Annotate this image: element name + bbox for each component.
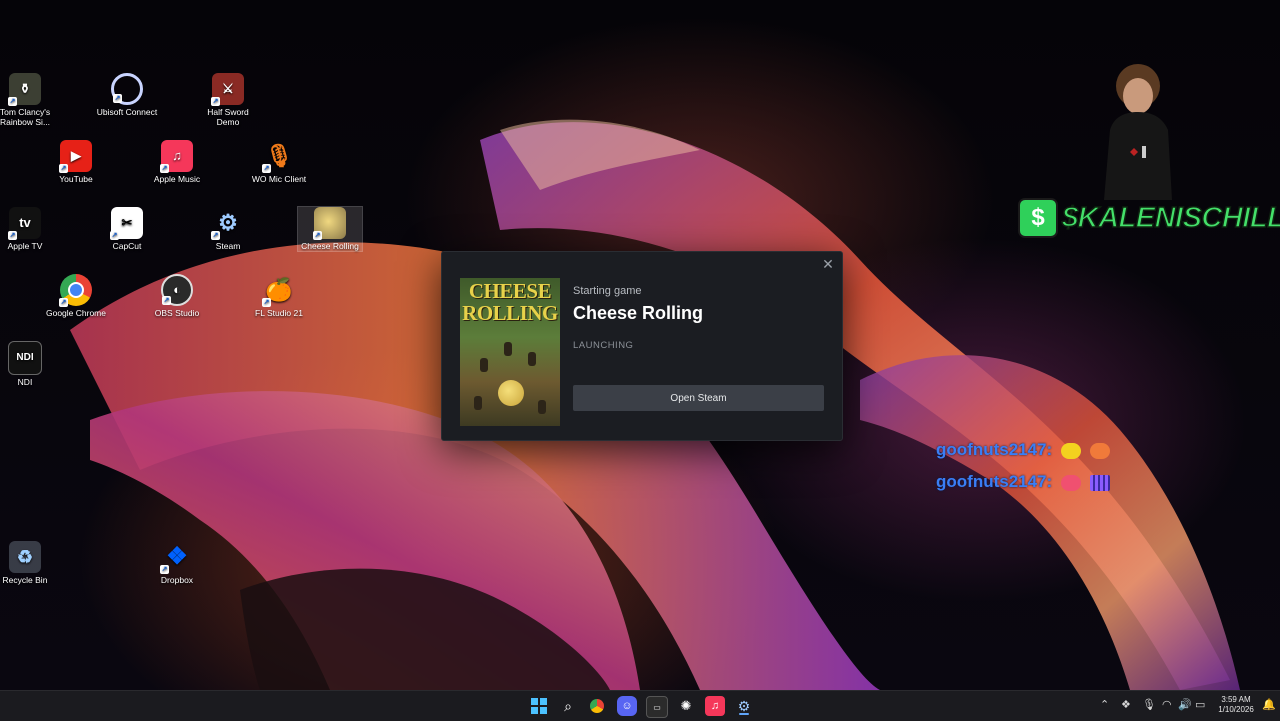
emote-icon: [1089, 442, 1110, 459]
cover-figure: [504, 342, 512, 356]
cashapp-icon: $: [1018, 198, 1058, 238]
battery-icon[interactable]: ▭: [1195, 698, 1205, 711]
desktop-icon-ubisoft[interactable]: ↗ Ubisoft Connect: [95, 73, 159, 117]
desktop-icon-label: Half Sword Demo: [207, 107, 249, 127]
chevron-up-icon[interactable]: ⌃: [1100, 698, 1109, 711]
youtube-icon: ▶ ↗: [59, 140, 92, 173]
webcam-overlay: [1104, 64, 1172, 200]
obs-icon: ◐ ↗: [161, 274, 193, 306]
apple-music-icon: ♫ ↗: [160, 140, 193, 173]
chat-username: goofnuts2147:: [936, 440, 1053, 459]
desktop-icon-recycle-bin[interactable]: ♻ Recycle Bin: [0, 541, 57, 585]
apple-tv-icon: tv ↗: [8, 207, 41, 240]
rainbow-six-icon: ⚱ ↗: [8, 73, 41, 106]
desktop-icon-ndi[interactable]: NDI NDI: [0, 341, 57, 387]
desktop-icon-apple-music[interactable]: ♫ ↗ Apple Music: [145, 140, 209, 184]
clock-date: 1/10/2026: [1218, 705, 1254, 714]
desktop-icon-label: Apple Music: [153, 174, 201, 184]
apple-music-icon[interactable]: ♫: [705, 696, 725, 716]
dropbox-tray-icon[interactable]: ❖: [1121, 698, 1131, 711]
game-title: Cheese Rolling: [573, 303, 704, 323]
recycle-bin-icon: ♻: [9, 541, 41, 573]
desktop-icon-obs[interactable]: ◐ ↗ OBS Studio: [145, 274, 209, 318]
desktop-icon-label: FL Studio 21: [255, 308, 303, 318]
desktop-icon-label: Tom Clancy's Rainbow Si...: [0, 107, 51, 127]
desktop-icon-label: Ubisoft Connect: [96, 107, 158, 117]
steam-icon: ⚙ ↗: [211, 210, 238, 240]
cover-figure: [480, 358, 488, 372]
emote-icon: [1060, 442, 1081, 459]
desktop-icon-label: YouTube: [59, 174, 93, 184]
chat-username: goofnuts2147:: [936, 472, 1053, 491]
cover-figure: [474, 396, 482, 410]
desktop-icon-label: Apple TV: [7, 241, 43, 251]
desktop-icon-capcut[interactable]: ✂ ↗ CapCut: [95, 207, 159, 251]
windows-start-icon[interactable]: [529, 696, 549, 716]
cover-title: CHEESE ROLLING: [462, 279, 558, 325]
desktop-icon-label: Dropbox: [160, 575, 194, 585]
handle-text: $KALENISCHILL: [1061, 201, 1280, 235]
desktop-icon-cheese-rolling[interactable]: ↗ Cheese Rolling: [297, 206, 363, 252]
fl-studio-icon: 🍊 ↗: [262, 277, 293, 307]
desktop-icon-label: CapCut: [112, 241, 142, 251]
desktop-icon-label: Steam: [215, 241, 241, 251]
emote-icon: [1060, 474, 1081, 491]
desktop-icon-label: NDI: [17, 377, 33, 387]
streamer-handle: $ $KALENISCHILL: [1018, 198, 1280, 238]
discord-icon[interactable]: ☺: [617, 696, 637, 716]
dropbox-icon: ❖ ↗: [160, 543, 188, 574]
close-icon[interactable]: ✕: [820, 256, 836, 272]
active-indicator: [739, 713, 749, 715]
microphone-icon: 🎙 ↗: [262, 143, 293, 173]
cheese-wheel: [498, 380, 524, 406]
cover-figure: [538, 400, 546, 414]
volume-icon[interactable]: 🔊: [1178, 698, 1192, 711]
launch-status: LAUNCHING: [573, 340, 634, 351]
chat-message: goofnuts2147:: [936, 440, 1110, 460]
desktop-icon-label: OBS Studio: [154, 308, 200, 318]
chrome-icon[interactable]: [587, 696, 607, 716]
desktop-icon-apple-tv[interactable]: tv ↗ Apple TV: [0, 207, 57, 251]
steam-icon[interactable]: ⚙: [734, 696, 754, 716]
desktop-icon-label: Google Chrome: [45, 308, 106, 318]
chatgpt-icon[interactable]: ✺: [676, 696, 696, 716]
ndi-icon: NDI: [8, 341, 42, 375]
desktop-icon-chrome[interactable]: ↗ Google Chrome: [44, 274, 108, 318]
system-clock[interactable]: 3:59 AM 1/10/2026: [1214, 695, 1258, 715]
desktop-icon-label: WO Mic Client: [251, 174, 307, 184]
desktop-icon-rainbow-six[interactable]: ⚱ ↗ Tom Clancy's Rainbow Si...: [0, 73, 57, 127]
wifi-icon[interactable]: ◠: [1162, 698, 1172, 711]
desktop-icon-youtube[interactable]: ▶ ↗ YouTube: [44, 140, 108, 184]
taskbar: ⌕ ☺ ▭ ✺ ♫ ⚙ ⌃ ❖ 🎙 ◠ 🔊 ▭ 3:59 AM 1/10/202…: [0, 690, 1280, 721]
chat-message: goofnuts2147:: [936, 472, 1110, 492]
search-icon[interactable]: ⌕: [558, 696, 578, 716]
cheese-rolling-icon: ↗: [313, 207, 346, 240]
desktop-icon-steam[interactable]: ⚙ ↗ Steam: [196, 207, 260, 251]
clock-time: 3:59 AM: [1221, 695, 1251, 704]
open-steam-button[interactable]: Open Steam: [573, 385, 824, 411]
half-sword-icon: ⚔ ↗: [211, 73, 244, 106]
microphone-icon[interactable]: 🎙: [1142, 698, 1156, 711]
notification-bell-icon[interactable]: 🔔: [1262, 698, 1276, 711]
steam-launch-dialog: ✕ CHEESE ROLLING Starting game Cheese Ro…: [441, 251, 843, 441]
desktop-icon-dropbox[interactable]: ❖ ↗ Dropbox: [145, 541, 209, 585]
emote-icon: [1089, 474, 1110, 491]
ubisoft-icon: ↗: [111, 73, 143, 105]
capcut-icon: ✂ ↗: [110, 207, 143, 240]
desktop-icon-label: Recycle Bin: [2, 575, 48, 585]
chrome-icon: ↗: [59, 274, 92, 307]
desktop-icon-half-sword[interactable]: ⚔ ↗ Half Sword Demo: [196, 73, 260, 127]
desktop-icon-wo-mic[interactable]: 🎙 ↗ WO Mic Client: [247, 140, 311, 185]
cover-figure: [528, 352, 536, 366]
desktop-icon-fl-studio[interactable]: 🍊 ↗ FL Studio 21: [247, 274, 311, 319]
game-cover-art: CHEESE ROLLING: [460, 278, 560, 426]
terminal-icon[interactable]: ▭: [646, 696, 668, 718]
desktop-icon-label: Cheese Rolling: [301, 241, 359, 251]
dialog-subtitle: Starting game: [573, 285, 642, 297]
